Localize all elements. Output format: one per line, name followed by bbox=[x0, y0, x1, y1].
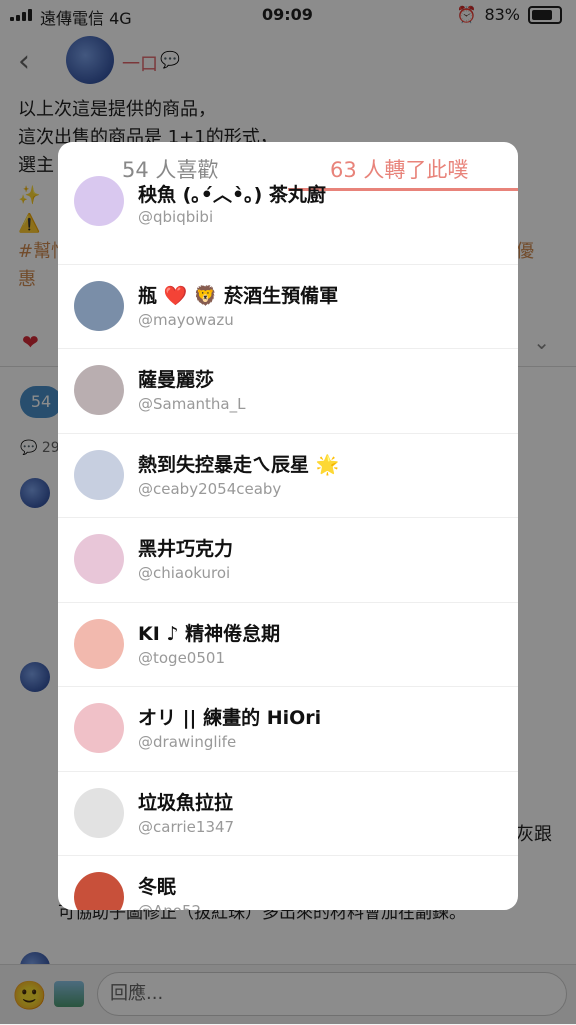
reposts-modal: 54 人喜歡 63 人轉了此噗 秧魚 (｡•́︿•̀｡) 茶丸廚 @qbiqbib… bbox=[58, 142, 518, 910]
user-display-name[interactable]: オリ || 練畫的 HiOri bbox=[138, 703, 321, 730]
user-display-name[interactable]: KI ♪ 精神倦怠期 bbox=[138, 619, 280, 646]
user-avatar[interactable] bbox=[74, 280, 124, 331]
user-list-item[interactable]: 瓶 ❤️ 🦁 菸酒生預備軍 @mayowazu bbox=[58, 265, 518, 349]
user-list-item[interactable]: 黑井巧克力 @chiaokuroi bbox=[58, 518, 518, 603]
user-avatar[interactable] bbox=[74, 703, 124, 753]
user-handle: @Samantha_L bbox=[138, 395, 246, 413]
user-display-name[interactable]: 瓶 ❤️ 🦁 菸酒生預備軍 bbox=[138, 281, 338, 308]
user-display-name[interactable]: 冬眠 bbox=[138, 872, 176, 899]
user-handle: @mayowazu bbox=[138, 310, 234, 329]
user-display-name[interactable]: 黑井巧克力 bbox=[138, 534, 233, 561]
user-display-name[interactable]: 秧魚 (｡•́︿•̀｡) 茶丸廚 bbox=[138, 180, 326, 207]
user-handle: @carrie1347 bbox=[138, 817, 235, 836]
user-display-name[interactable]: 薩曼麗莎 bbox=[138, 365, 214, 392]
user-list-item[interactable]: 熱到失控暴走ㄟ辰星 🌟 @ceaby2054ceaby bbox=[58, 434, 518, 518]
user-avatar[interactable] bbox=[74, 176, 124, 226]
user-list-item[interactable]: KI ♪ 精神倦怠期 @toge0501 bbox=[58, 603, 518, 687]
user-avatar[interactable] bbox=[74, 449, 124, 500]
user-handle: @chiaokuroi bbox=[138, 564, 231, 582]
user-handle: @qbiqbibi bbox=[138, 208, 214, 226]
user-display-name[interactable]: 熱到失控暴走ㄟ辰星 🌟 bbox=[138, 450, 339, 477]
user-list-item[interactable]: 冬眠 @Ano52 bbox=[58, 856, 518, 910]
user-list-item[interactable]: オリ || 練畫的 HiOri @drawinglife bbox=[58, 687, 518, 772]
user-list-item[interactable]: 薩曼麗莎 @Samantha_L bbox=[58, 349, 518, 434]
user-list-item[interactable]: 秧魚 (｡•́︿•̀｡) 茶丸廚 @qbiqbibi bbox=[58, 176, 518, 265]
user-avatar[interactable] bbox=[74, 618, 124, 669]
user-handle: @ceaby2054ceaby bbox=[138, 479, 282, 498]
user-avatar[interactable] bbox=[74, 534, 124, 584]
user-avatar[interactable] bbox=[74, 365, 124, 415]
user-handle: @Ano52 bbox=[138, 902, 201, 910]
user-avatar[interactable] bbox=[74, 787, 124, 838]
user-list[interactable]: 秧魚 (｡•́︿•̀｡) 茶丸廚 @qbiqbibi 瓶 ❤️ 🦁 菸酒生預備軍 @m… bbox=[58, 176, 518, 910]
user-display-name[interactable]: 垃圾魚拉拉 bbox=[138, 788, 233, 815]
user-handle: @toge0501 bbox=[138, 648, 225, 667]
user-handle: @drawinglife bbox=[138, 733, 237, 751]
user-list-item[interactable]: 垃圾魚拉拉 @carrie1347 bbox=[58, 772, 518, 856]
user-avatar[interactable] bbox=[74, 872, 124, 910]
